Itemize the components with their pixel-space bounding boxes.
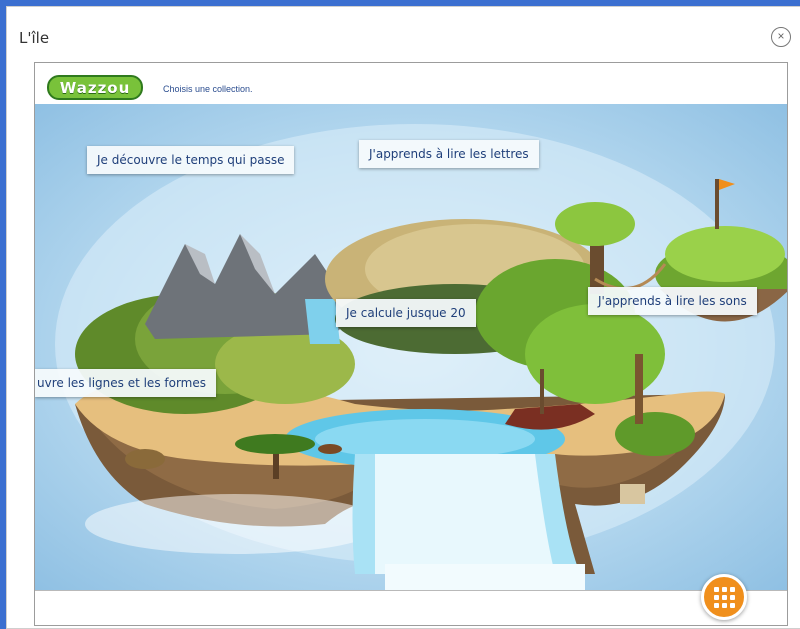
- dialog-title: L'île: [19, 29, 50, 47]
- close-button[interactable]: ×: [771, 27, 791, 47]
- frame-footer: [35, 590, 787, 625]
- wazzou-logo: Wazzou: [47, 75, 143, 100]
- collection-dialog: L'île × Wazzou Choisis une collection. J…: [6, 6, 800, 629]
- island-scene: Je découvre le temps qui passe J'apprend…: [35, 104, 787, 590]
- collection-label: Je découvre le temps qui passe: [97, 153, 285, 167]
- close-icon: ×: [777, 29, 785, 43]
- island-illustration: [55, 124, 787, 590]
- collection-label: J'apprends à lire les lettres: [369, 147, 529, 161]
- collection-time-button[interactable]: Je découvre le temps qui passe: [87, 146, 295, 174]
- collection-counting-button[interactable]: Je calcule jusque 20: [336, 299, 476, 327]
- collection-shapes-button[interactable]: uvre les lignes et les formes: [35, 369, 216, 397]
- collection-letters-button[interactable]: J'apprends à lire les lettres: [359, 140, 539, 168]
- frame-header: Wazzou Choisis une collection.: [35, 63, 787, 104]
- grid-icon: [713, 586, 735, 608]
- collection-label: J'apprends à lire les sons: [598, 294, 747, 308]
- collection-sounds-button[interactable]: J'apprends à lire les sons: [588, 287, 757, 315]
- logo-text: Wazzou: [59, 78, 131, 97]
- header-subtitle: Choisis une collection.: [163, 84, 253, 94]
- collection-label: Je calcule jusque 20: [346, 306, 466, 320]
- menu-grid-button[interactable]: [701, 574, 747, 620]
- game-frame: Wazzou Choisis une collection. Je découv…: [34, 62, 788, 626]
- collection-label: uvre les lignes et les formes: [37, 376, 206, 390]
